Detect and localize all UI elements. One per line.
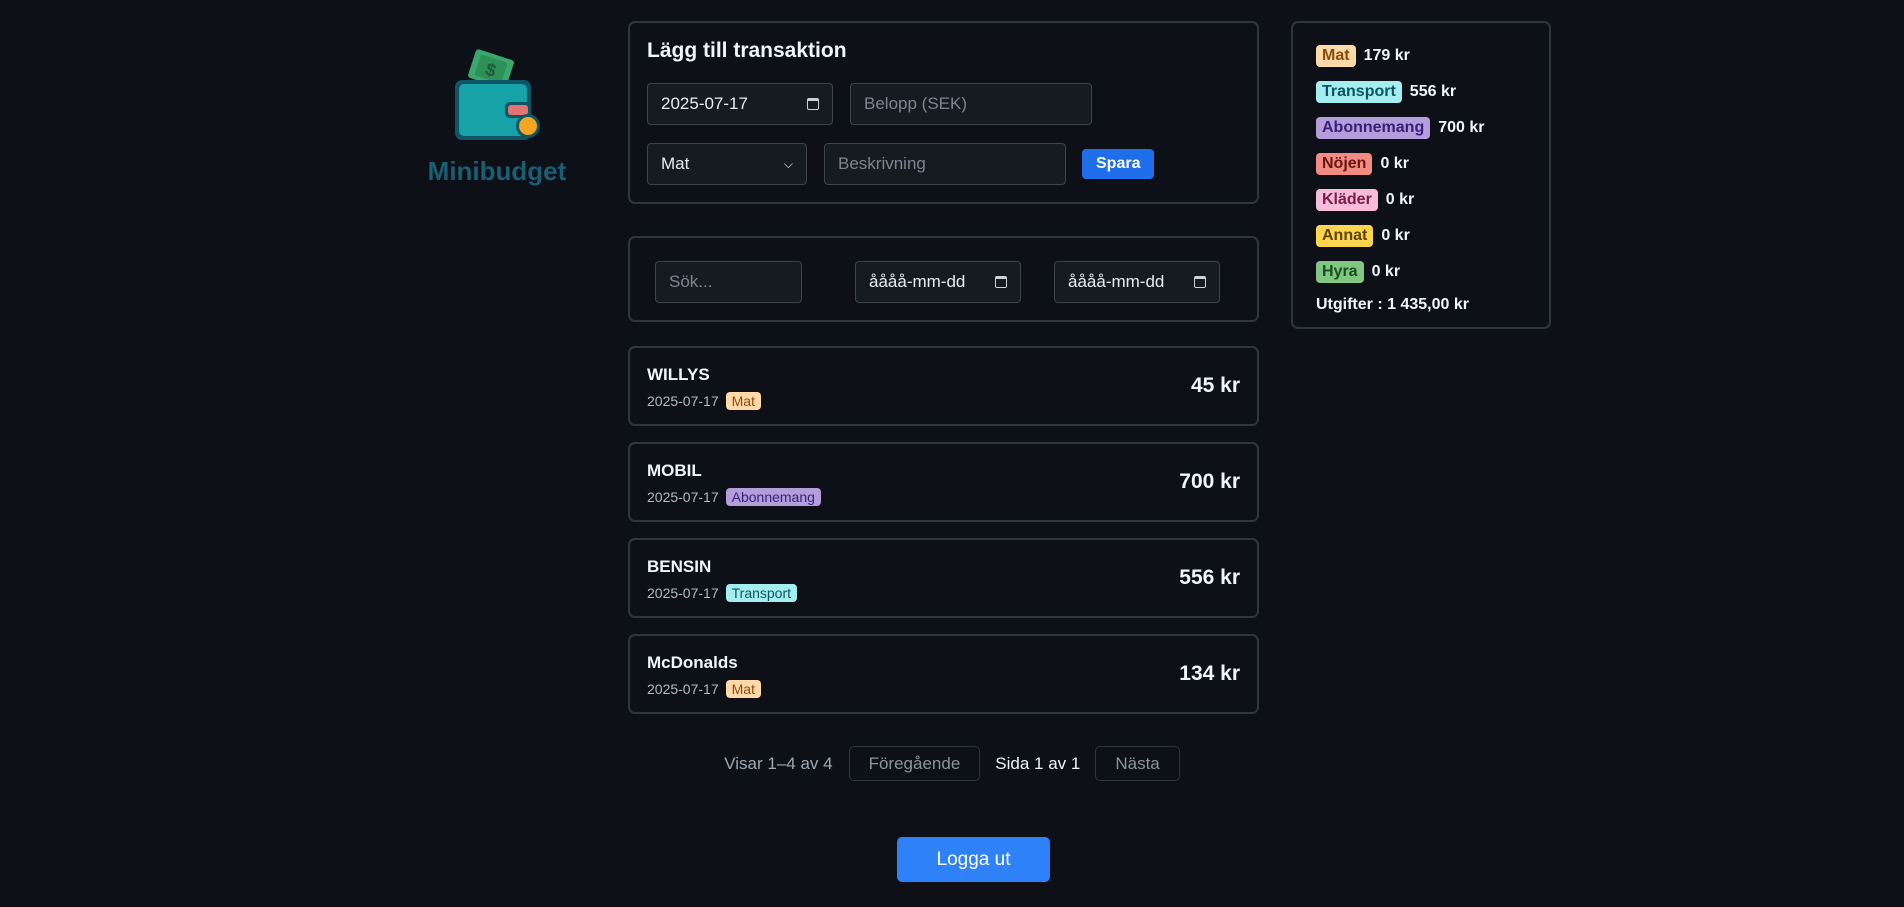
category-selected: Mat <box>661 154 690 173</box>
transaction-name: BENSIN <box>647 557 712 576</box>
to-date-placeholder: åååå-mm-dd <box>1068 272 1165 291</box>
transaction-date: 2025-07-17 <box>647 393 719 409</box>
transaction-name: WILLYS <box>647 365 710 384</box>
transaction-amount: 45 kr <box>1190 374 1240 397</box>
transaction-date: 2025-07-17 <box>647 489 719 505</box>
calendar-icon[interactable] <box>1194 276 1206 288</box>
transaction-amount: 556 kr <box>1179 566 1240 589</box>
next-page-button[interactable]: Nästa <box>1095 746 1180 781</box>
category-badge: Nöjen <box>1316 153 1373 175</box>
wallet-icon: $ <box>455 49 540 140</box>
pagination: Visar 1–4 av 4 Föregående Sida 1 av 1 Nä… <box>0 746 1904 781</box>
amount-placeholder: Belopp (SEK) <box>864 94 967 113</box>
summary-row: Annat 0 kr <box>1316 218 1526 254</box>
transaction-amount: 134 kr <box>1179 662 1240 685</box>
chevron-down-icon: ⌵ <box>783 156 793 171</box>
category-badge: Transport <box>1316 81 1402 103</box>
brand-name: Minibudget <box>427 156 567 186</box>
summary-row: Kläder 0 kr <box>1316 182 1526 218</box>
summary-row: Mat 179 kr <box>1316 38 1526 74</box>
category-badge: Mat <box>725 392 761 410</box>
logout-button[interactable]: Logga ut <box>897 837 1050 882</box>
transaction-name: MOBIL <box>647 461 702 480</box>
add-transaction-title: Lägg till transaktion <box>647 39 847 62</box>
date-input[interactable]: 2025-07-17 <box>647 83 833 125</box>
summary-row: Nöjen 0 kr <box>1316 146 1526 182</box>
summary-amount: 0 kr <box>1385 191 1415 208</box>
category-select[interactable]: Mat ⌵ <box>647 143 807 185</box>
category-badge: Abonnemang <box>1316 117 1431 139</box>
page-info: Sida 1 av 1 <box>995 753 1081 773</box>
summary-amount: 0 kr <box>1380 155 1409 172</box>
save-button[interactable]: Spara <box>1082 149 1155 179</box>
transaction-date: 2025-07-17 <box>647 681 719 697</box>
summary-row: Transport 556 kr <box>1316 74 1526 110</box>
category-badge: Hyra <box>1316 261 1364 283</box>
description-placeholder: Beskrivning <box>838 154 926 173</box>
date-input-value: 2025-07-17 <box>661 94 748 113</box>
summary-amount: 179 kr <box>1363 47 1410 64</box>
category-badge: Kläder <box>1316 189 1378 211</box>
category-badge: Mat <box>1316 45 1356 67</box>
from-date-input[interactable]: åååå-mm-dd <box>855 261 1021 303</box>
summary-amount: 0 kr <box>1371 263 1401 280</box>
from-date-placeholder: åååå-mm-dd <box>869 272 966 291</box>
amount-input[interactable]: Belopp (SEK) <box>850 83 1092 125</box>
summary-amount: 0 kr <box>1381 227 1410 244</box>
category-badge: Transport <box>725 584 798 602</box>
summary-panel: Mat 179 kr Transport 556 kr Abonnemang 7… <box>1291 21 1551 329</box>
transaction-amount: 700 kr <box>1179 470 1240 493</box>
transaction-item[interactable]: BENSIN 2025-07-17 Transport 556 kr <box>628 538 1259 618</box>
to-date-input[interactable]: åååå-mm-dd <box>1054 261 1220 303</box>
category-badge: Annat <box>1316 225 1374 247</box>
category-badge: Mat <box>725 680 761 698</box>
brand-logo: $ Minibudget <box>422 46 572 187</box>
search-input[interactable]: Sök... <box>655 261 802 303</box>
summary-total: Utgifter : 1 435,00 kr <box>1316 296 1469 313</box>
add-transaction-panel: Lägg till transaktion 2025-07-17 Belopp … <box>628 21 1259 204</box>
previous-page-button[interactable]: Föregående <box>848 746 981 781</box>
description-input[interactable]: Beskrivning <box>824 143 1066 185</box>
transaction-item[interactable]: MOBIL 2025-07-17 Abonnemang 700 kr <box>628 442 1259 522</box>
filter-panel: Sök... åååå-mm-dd åååå-mm-dd <box>628 236 1259 322</box>
transaction-item[interactable]: McDonalds 2025-07-17 Mat 134 kr <box>628 634 1259 714</box>
transaction-name: McDonalds <box>647 653 738 672</box>
pagination-showing: Visar 1–4 av 4 <box>724 753 833 773</box>
summary-row: Abonnemang 700 kr <box>1316 110 1526 146</box>
summary-amount: 700 kr <box>1438 119 1485 136</box>
summary-row: Hyra 0 kr <box>1316 254 1526 290</box>
category-badge: Abonnemang <box>725 488 821 506</box>
calendar-icon[interactable] <box>995 276 1007 288</box>
summary-amount: 556 kr <box>1409 83 1457 100</box>
transaction-item[interactable]: WILLYS 2025-07-17 Mat 45 kr <box>628 346 1259 426</box>
transaction-date: 2025-07-17 <box>647 585 719 601</box>
calendar-icon[interactable] <box>807 98 819 110</box>
search-placeholder: Sök... <box>669 272 713 291</box>
